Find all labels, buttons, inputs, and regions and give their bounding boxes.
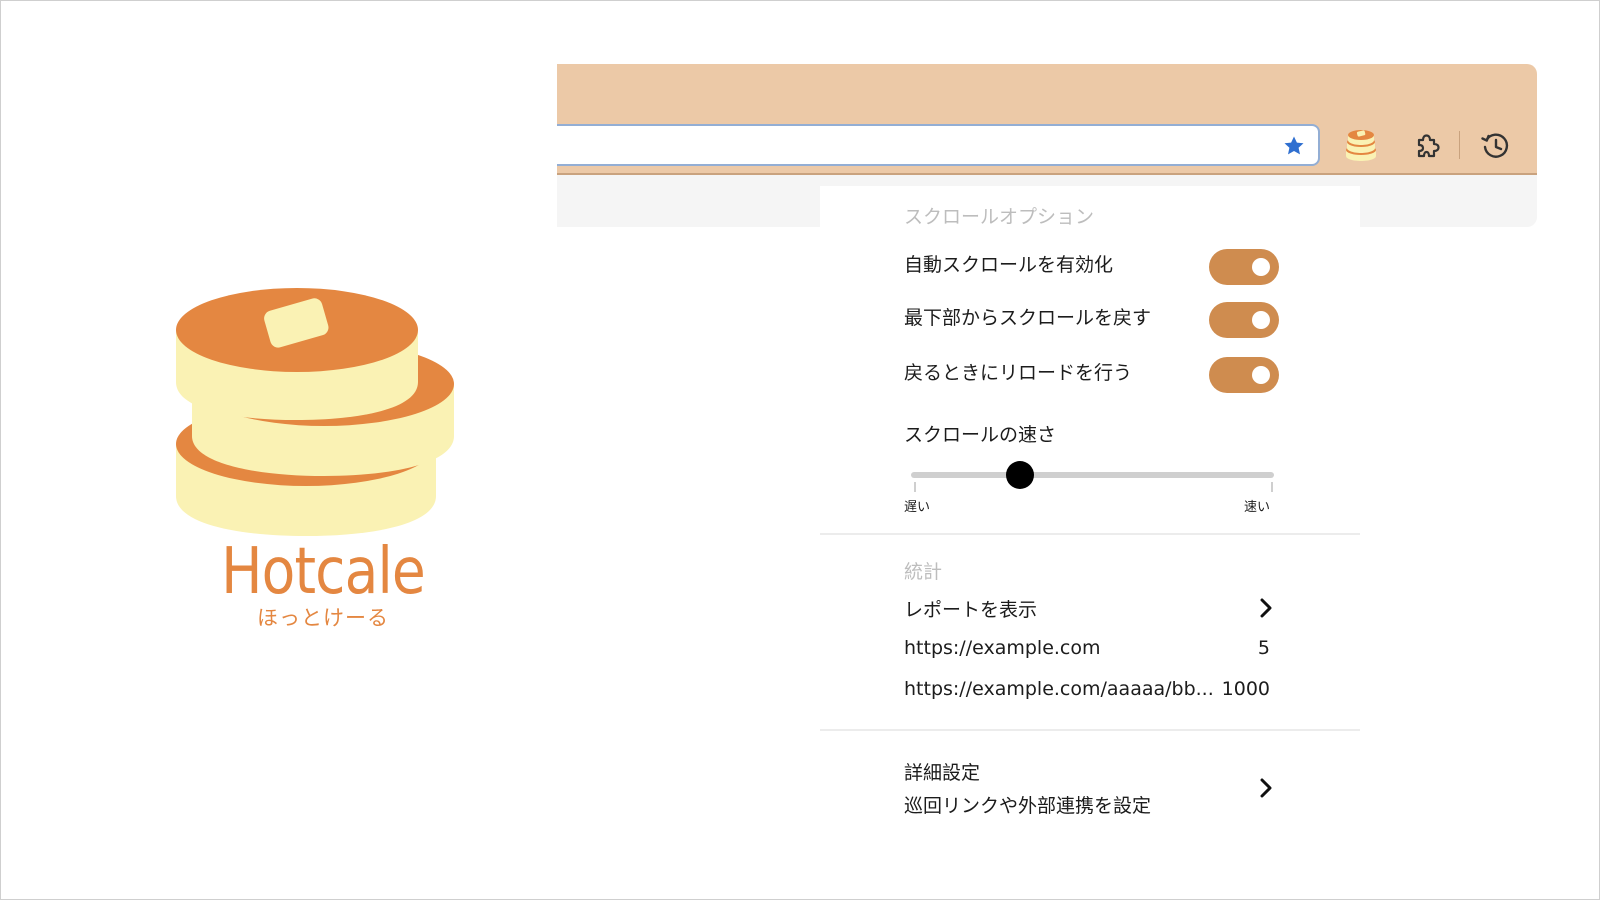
extension-popup: スクロールオプション 自動スクロールを有効化 最下部からスクロールを戻す 戻ると… (820, 186, 1360, 866)
option-label-reload-on-back: 戻るときにリロードを行う (904, 362, 1133, 384)
stat-url: https://example.com/aaaaa/bb... (904, 678, 1214, 700)
view-report-link[interactable]: レポートを表示 (904, 592, 1276, 626)
scroll-back-toggle[interactable] (1209, 302, 1279, 338)
auto-scroll-toggle[interactable] (1209, 249, 1279, 285)
slider-max-label: 速い (1244, 500, 1271, 515)
stats-heading: 統計 (904, 561, 943, 583)
chevron-right-icon (1260, 598, 1272, 618)
pancake-logo-icon (176, 288, 454, 536)
slider-tick-max (1271, 482, 1273, 492)
scroll-speed-label: スクロールの速さ (904, 424, 1057, 446)
star-icon[interactable] (1282, 134, 1306, 158)
logo-kana: ほっとけーる (257, 606, 389, 630)
reload-on-back-toggle[interactable] (1209, 357, 1279, 393)
slider-min-label: 遅い (904, 500, 931, 515)
stat-count: 1000 (1221, 678, 1270, 700)
logo-wordmark: Hotcale (221, 535, 426, 609)
toolbar-divider (1459, 131, 1460, 159)
puzzle-icon[interactable] (1409, 128, 1445, 164)
chevron-right-icon (1260, 778, 1272, 798)
view-report-label: レポートを表示 (904, 599, 1038, 621)
stat-count: 5 (1257, 637, 1270, 659)
address-bar[interactable] (557, 124, 1320, 166)
option-label-scroll-back: 最下部からスクロールを戻す (904, 307, 1152, 329)
section-divider (820, 729, 1360, 731)
advanced-settings-link[interactable]: 詳細設定 巡回リンクや外部連携を設定 (904, 756, 1276, 820)
stat-url: https://example.com (904, 637, 1101, 659)
toggle-knob (1252, 311, 1270, 329)
slider-tick-min (914, 482, 916, 492)
history-icon[interactable] (1478, 128, 1514, 164)
scroll-speed-slider-thumb[interactable] (1005, 461, 1034, 489)
scroll-speed-slider-track[interactable] (911, 472, 1274, 478)
section-divider (820, 533, 1360, 535)
toggle-knob (1252, 366, 1270, 384)
toggle-knob (1252, 258, 1270, 276)
advanced-settings-subtitle: 巡回リンクや外部連携を設定 (904, 795, 1152, 817)
pancake-extension-icon[interactable] (1343, 128, 1379, 164)
scroll-options-heading: スクロールオプション (904, 206, 1095, 228)
option-label-auto-scroll: 自動スクロールを有効化 (904, 254, 1114, 276)
advanced-settings-title: 詳細設定 (904, 762, 981, 784)
